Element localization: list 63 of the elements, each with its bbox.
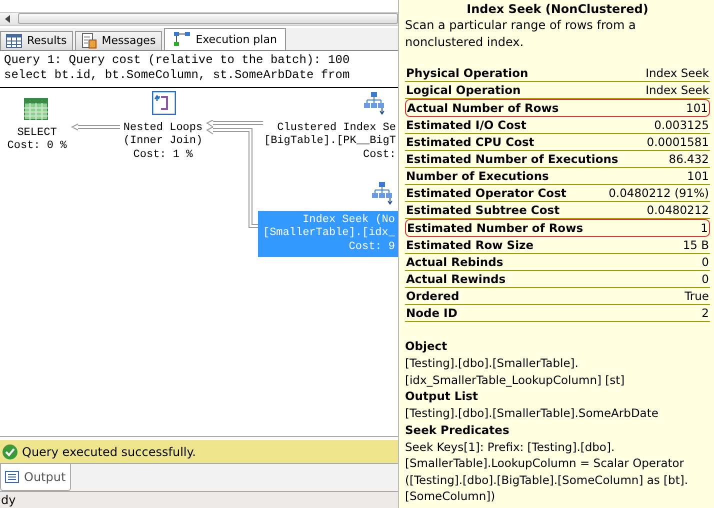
property-name: Estimated Subtree Cost xyxy=(406,202,560,218)
property-name: Estimated Number of Rows xyxy=(407,220,584,236)
property-value: 1 xyxy=(700,220,708,236)
tooltip-description: Scan a particular range of rows from a nonclustered index. xyxy=(405,17,637,51)
result-tab[interactable]: Execution plan xyxy=(164,28,286,50)
section-heading: Object xyxy=(405,338,448,355)
property-name: Actual Rewinds xyxy=(406,271,506,287)
query-text: select bt.id, bt.SomeColumn, st.SomeArbDate from xyxy=(4,68,351,83)
property-name: Ordered xyxy=(406,288,460,304)
property-value: 0.0480212 xyxy=(646,202,709,218)
property-value: 0.003125 xyxy=(654,117,709,133)
grid-icon xyxy=(6,34,22,48)
property-value: Index Seek xyxy=(646,82,709,98)
section-text: [Testing].[dbo].[SmallerTable]. xyxy=(405,355,580,372)
tooltip-title: Index Seek (NonClustered) xyxy=(466,2,650,17)
output-tab[interactable]: Output xyxy=(0,464,71,491)
property-name: Actual Rebinds xyxy=(406,254,504,270)
section-text: [SomeColumn]) xyxy=(405,488,496,504)
property-name: Estimated Number of Executions xyxy=(406,151,618,167)
flow-arrow xyxy=(70,122,122,131)
status-text: dy xyxy=(1,493,16,507)
property-name: Number of Executions xyxy=(406,168,549,184)
property-value: 15 B xyxy=(682,237,709,253)
property-name: Physical Operation xyxy=(406,65,528,81)
query-text: Query 1: Query cost (relative to the batch): 100 xyxy=(4,52,351,68)
scroll-left-icon[interactable] xyxy=(4,14,12,23)
index-tree-icon xyxy=(362,90,386,115)
property-value: 101 xyxy=(686,100,708,116)
section-text: [idx_SmallerTable_LookupColumn] [st] xyxy=(405,372,626,388)
property-value: 2 xyxy=(702,305,709,321)
property-name: Estimated Row Size xyxy=(406,237,534,253)
property-name: Estimated Operator Cost xyxy=(406,185,566,201)
property-name: Actual Number of Rows xyxy=(407,100,559,116)
loop-icon xyxy=(152,90,176,115)
property-name: Logical Operation xyxy=(406,82,521,98)
property-value: 101 xyxy=(687,168,709,184)
section-heading: Output List xyxy=(405,388,479,405)
property-name: Estimated CPU Cost xyxy=(406,134,534,150)
section-text: [SmallerTable].LookupColumn = Scalar Operator xyxy=(405,455,686,472)
property-value: True xyxy=(684,288,709,304)
result-tab[interactable]: Results xyxy=(0,30,73,50)
plan-node-label[interactable]: Clustered Index Se [BigTable].[PK__BigT Cost: xyxy=(258,120,398,164)
section-text: [Testing].[dbo].[SmallerTable].SomeArbDate xyxy=(405,405,660,422)
property-value: 0.0480212 (91%) xyxy=(608,185,709,201)
property-name: Estimated I/O Cost xyxy=(406,117,526,133)
section-text: ([Testing].[dbo].[BigTable].[SomeColumn] as [bt]. xyxy=(405,472,689,488)
section-text: Seek Keys[1]: Prefix: [Testing].[dbo]. xyxy=(405,438,616,455)
section-heading: Seek Predicates xyxy=(405,422,510,438)
property-value: 0 xyxy=(702,271,709,287)
plan-icon xyxy=(172,31,191,48)
status-message: Query executed successfully. xyxy=(22,444,196,459)
horizontal-scrollbar[interactable] xyxy=(0,12,398,26)
property-value: 0.0001581 xyxy=(646,134,709,150)
property-value: 86.432 xyxy=(668,151,709,167)
plan-node-label[interactable]: SELECT Cost: 0 % xyxy=(4,126,70,155)
plan-node-label[interactable]: Nested Loops (Inner Join) Cost: 1 % xyxy=(110,120,216,164)
property-value: Index Seek xyxy=(646,65,709,81)
property-name: Node ID xyxy=(406,305,458,321)
result-tab[interactable]: Messages xyxy=(74,30,162,50)
table-icon xyxy=(24,98,48,120)
output-window-icon xyxy=(5,471,19,484)
index-tree-icon xyxy=(370,180,394,205)
property-value: 0 xyxy=(702,254,709,270)
